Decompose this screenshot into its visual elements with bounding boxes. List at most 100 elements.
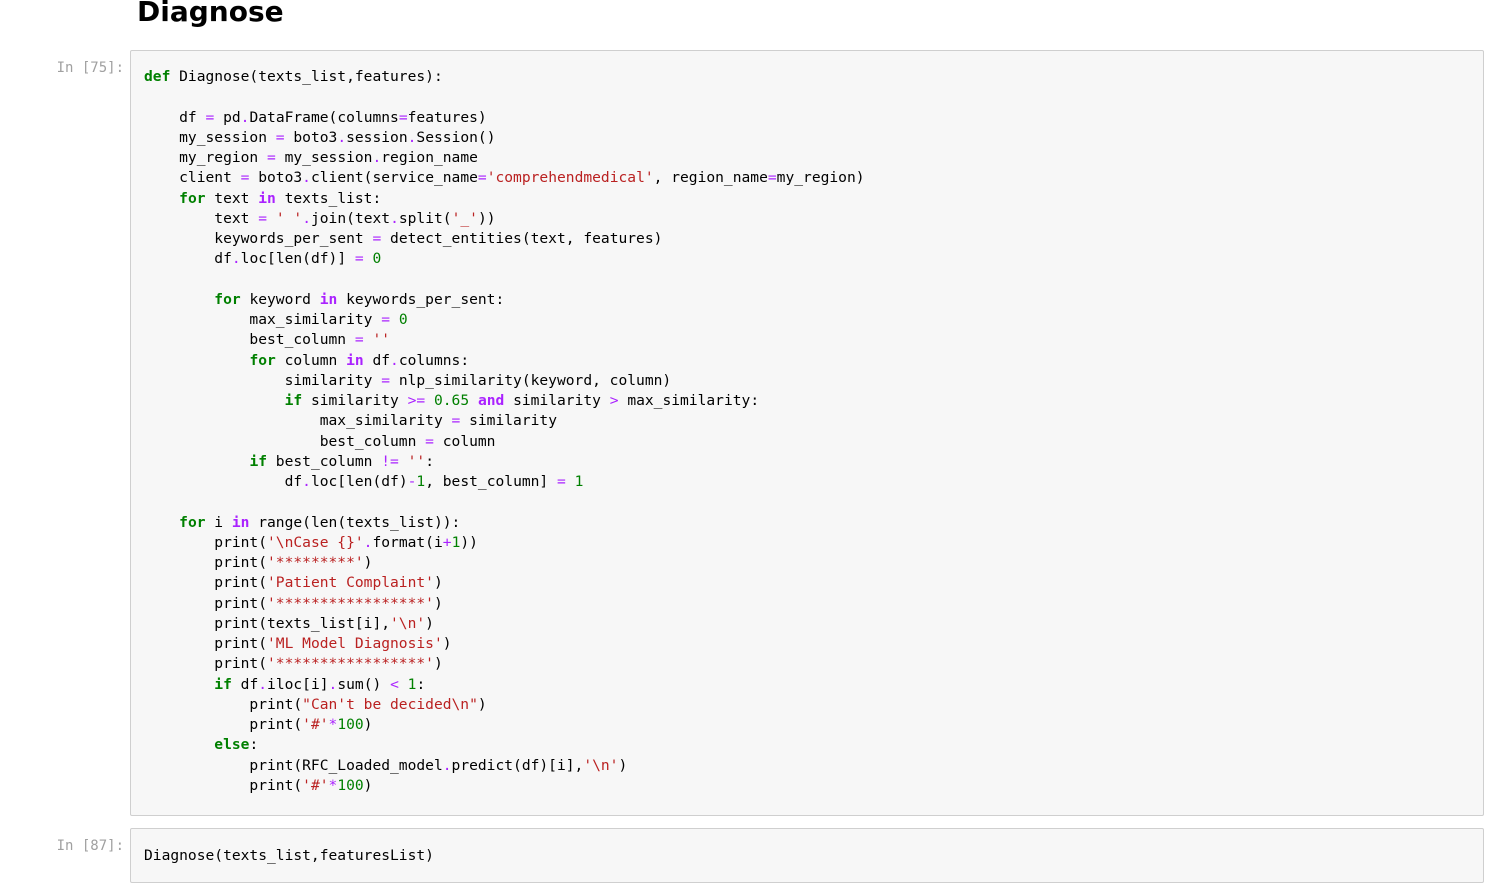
code-token: pd <box>214 108 241 126</box>
code-token: for <box>179 513 206 531</box>
code-token: = <box>557 473 566 490</box>
code-token: = <box>267 149 276 166</box>
code-token: , region_name <box>653 169 768 187</box>
code-token: in <box>231 513 250 531</box>
code-token: >= <box>407 392 426 409</box>
code-token: = <box>425 432 434 450</box>
code-token: df <box>363 351 391 369</box>
code-cell-diagnose-definition[interactable]: In [75]: def Diagnose(texts_list,feature… <box>0 50 1512 816</box>
code-token: 0.65 <box>433 392 470 409</box>
code-token: if <box>214 675 232 693</box>
code-token: keyword <box>240 290 320 308</box>
code-token: boto3 <box>284 128 338 146</box>
code-editor[interactable]: Diagnose(texts_list,featuresList) <box>130 828 1484 883</box>
code-token: nlp_similarity(keyword, column) <box>390 371 672 389</box>
code-token: > <box>609 392 619 409</box>
code-text[interactable]: Diagnose(texts_list,featuresList) <box>131 829 1483 866</box>
code-token: if <box>249 452 268 470</box>
code-token: 'Patient Complaint' <box>267 574 434 592</box>
code-token: client <box>144 169 241 187</box>
notebook: Diagnose In [75]: def Diagnose(texts_lis… <box>0 0 1512 884</box>
code-token: '#' <box>302 776 329 794</box>
input-prompt: In [75]: <box>56 60 124 76</box>
code-token: 0 <box>372 250 382 268</box>
code-token: '\n' <box>390 614 426 632</box>
code-token: sum() <box>337 675 391 693</box>
code-token: print( <box>144 655 268 673</box>
code-token: = <box>372 230 382 247</box>
code-editor[interactable]: def Diagnose(texts_list,features): df = … <box>130 50 1484 816</box>
code-token: = <box>205 108 215 126</box>
code-token: = <box>451 412 461 430</box>
code-token: features) <box>407 108 487 126</box>
code-token: columns: <box>398 351 470 369</box>
code-token: column <box>275 351 347 369</box>
code-token: for <box>249 351 276 369</box>
code-token: + <box>442 533 452 551</box>
code-token: < <box>390 675 399 693</box>
code-token: text <box>144 209 259 227</box>
code-text[interactable]: def Diagnose(texts_list,features): df = … <box>131 51 1483 796</box>
code-token: '' <box>372 331 391 349</box>
code-token: i <box>205 513 232 531</box>
code-token: ) <box>433 594 443 612</box>
code-token: texts_list: <box>275 189 382 207</box>
code-token: . <box>337 128 347 146</box>
code-token: print( <box>144 554 268 571</box>
code-token: in <box>346 351 364 369</box>
code-token: ) <box>363 554 373 571</box>
code-token: '*****************' <box>267 655 434 673</box>
code-token: df <box>231 675 259 693</box>
section-heading: Diagnose <box>137 0 284 28</box>
code-token: loc[len(df)] <box>240 250 355 268</box>
code-token: keywords_per_sent: <box>337 290 505 308</box>
code-token: )) <box>460 533 478 551</box>
code-token: for <box>214 290 241 308</box>
code-token: . <box>302 473 311 490</box>
code-token: = <box>354 331 364 349</box>
code-token: = <box>258 209 268 227</box>
code-token: = <box>477 169 487 187</box>
code-token: df <box>144 473 303 490</box>
code-token: ) <box>477 695 487 713</box>
code-token: '*********' <box>267 554 364 571</box>
code-token: 1 <box>574 473 584 490</box>
code-token: ) <box>442 635 452 652</box>
code-token: 0 <box>398 311 408 328</box>
code-token: 100 <box>337 716 364 733</box>
code-token: ) <box>433 655 443 673</box>
code-token: max_similarity: <box>618 392 760 409</box>
code-token: '*****************' <box>267 594 434 612</box>
code-token: '_' <box>451 209 478 227</box>
code-token: detect_entities(text, features) <box>381 230 663 247</box>
code-token: text <box>205 189 259 207</box>
code-token: best_column <box>267 452 382 470</box>
code-token: iloc[i] <box>267 675 329 693</box>
code-token: best_column <box>144 331 355 349</box>
code-token: '' <box>407 452 426 470</box>
code-token: similarity <box>302 392 408 409</box>
code-token: my_session <box>144 128 276 146</box>
code-token: "Can't be decided\n" <box>302 695 478 713</box>
code-token: = <box>354 250 364 268</box>
code-token: best_column <box>144 432 426 450</box>
code-token: similarity <box>144 371 382 389</box>
code-token: def <box>144 68 171 85</box>
code-token: session <box>346 128 408 146</box>
code-token: '\nCase {}' <box>267 533 364 551</box>
code-cell-diagnose-call[interactable]: In [87]: Diagnose(texts_list,featuresLis… <box>0 828 1512 883</box>
code-token: max_similarity <box>144 412 452 430</box>
code-token: '\n' <box>583 756 619 774</box>
code-token: = <box>381 311 391 328</box>
code-token: print( <box>144 776 303 794</box>
